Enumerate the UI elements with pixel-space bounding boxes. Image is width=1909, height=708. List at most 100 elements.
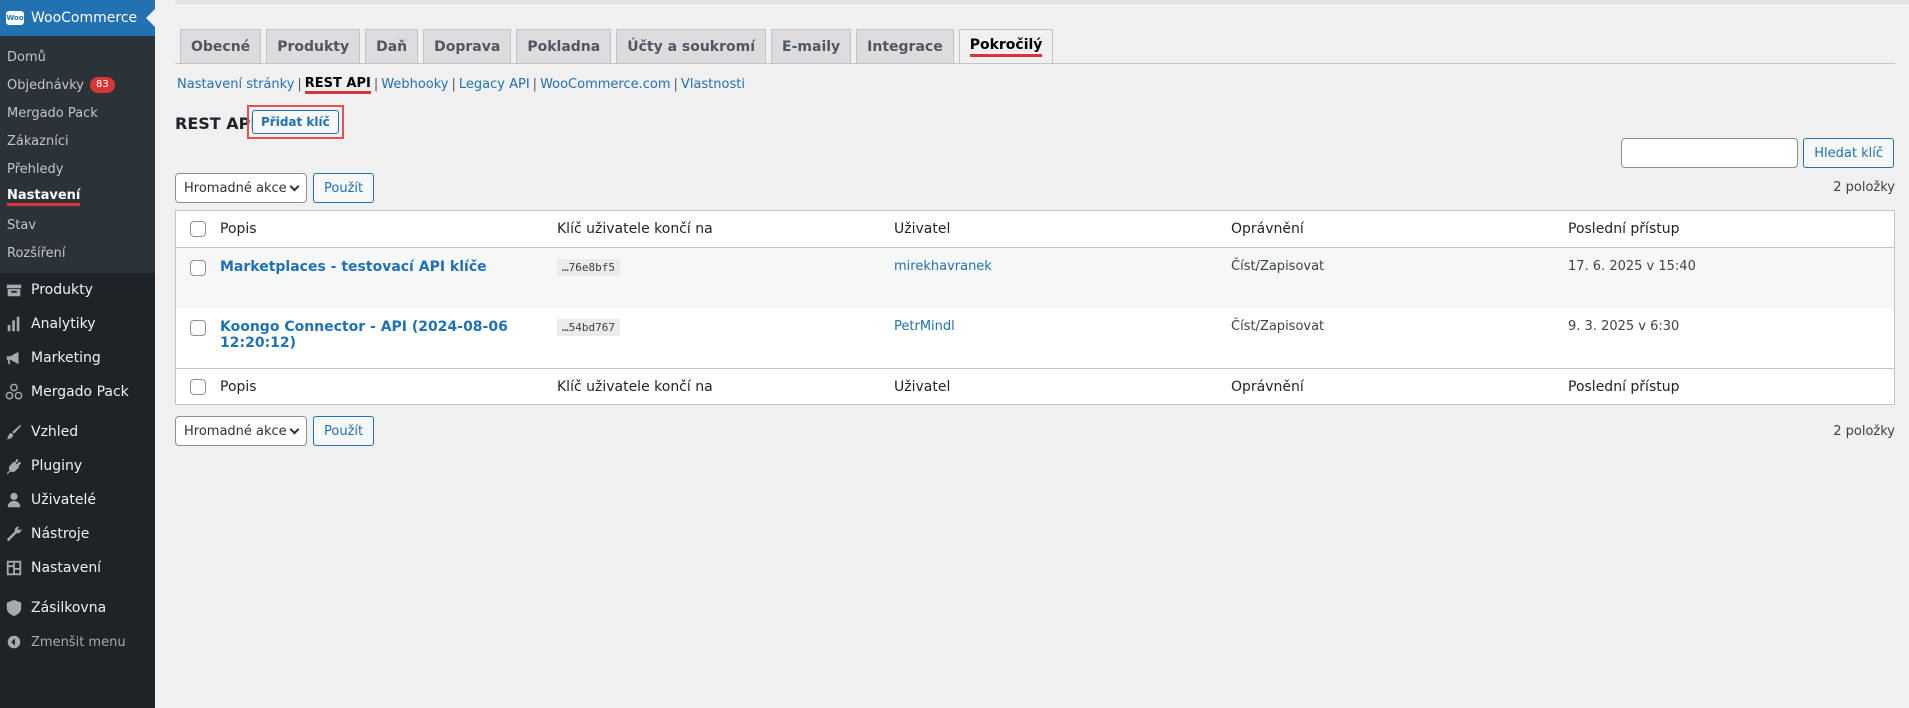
add-key-highlight: Přidat klíč	[247, 105, 344, 139]
menu-label: Uživatelé	[31, 492, 96, 508]
separator: |	[451, 77, 456, 92]
menu-label: Pluginy	[31, 458, 83, 474]
tab-dan[interactable]: Daň	[365, 29, 419, 63]
tab-integrace[interactable]: Integrace	[856, 29, 954, 63]
column-header-user: Uživatel	[894, 221, 951, 237]
collapse-menu-button[interactable]: Zmenšit menu	[0, 625, 155, 659]
column-footer-last-access: Poslední přístup	[1568, 378, 1680, 395]
submenu-item-stav[interactable]: Stav	[0, 211, 155, 239]
menu-item-uzivatele[interactable]: Uživatelé	[0, 483, 155, 517]
select-all-checkbox[interactable]	[190, 221, 206, 237]
user-link[interactable]: mirekhavranek	[894, 259, 992, 274]
menu-item-nastroje[interactable]: Nástroje	[0, 517, 155, 551]
settings-tabs: Obecné Produkty Daň Doprava Pokladna Účt…	[180, 29, 1054, 63]
subsection-nastaveni-stranky[interactable]: Nastavení stránky	[177, 77, 294, 94]
orders-count-badge: 83	[90, 77, 115, 93]
search-key-button[interactable]: Hledat klíč	[1803, 138, 1894, 168]
admin-sidebar: Woo WooCommerce Domů Objednávky 83 Mergad…	[0, 0, 155, 708]
submenu-label: Přehledy	[7, 161, 64, 177]
subsection-woocommerce-com[interactable]: WooCommerce.com	[540, 77, 670, 94]
last-access: 17. 6. 2025 v 15:40	[1568, 259, 1696, 274]
menu-label: Marketing	[31, 350, 101, 366]
woocommerce-logo-icon: Woo	[6, 11, 24, 25]
submenu-item-nastaveni[interactable]: Nastavení	[0, 183, 155, 211]
key-ending: …54bd767	[557, 319, 620, 336]
tab-e-maily[interactable]: E-maily	[771, 29, 852, 63]
menu-item-nastaveni[interactable]: Nastavení	[0, 551, 155, 585]
add-key-button[interactable]: Přidat klíč	[252, 110, 339, 134]
wrench-icon	[4, 524, 24, 544]
subsection-vlastnosti[interactable]: Vlastnosti	[681, 77, 745, 94]
tab-label: Doprava	[434, 38, 501, 55]
separator: |	[373, 77, 379, 92]
menu-label: Mergado Pack	[31, 384, 129, 400]
bulk-select-value: Hromadné akce	[184, 423, 287, 439]
chevron-down-icon	[289, 181, 300, 191]
user-icon	[4, 490, 24, 510]
submenu-item-mergado-pack[interactable]: Mergado Pack	[0, 99, 155, 127]
select-all-checkbox-bottom[interactable]	[190, 378, 206, 395]
key-description-link[interactable]: Marketplaces - testovací API klíče	[220, 259, 487, 275]
subsection-rest-api[interactable]: REST API	[304, 77, 371, 94]
tab-doprava[interactable]: Doprava	[423, 29, 512, 63]
key-ending: …76e8bf5	[557, 259, 620, 276]
search-box: Hledat klíč	[1621, 138, 1894, 168]
column-header-last-access: Poslední přístup	[1568, 221, 1680, 237]
current-menu-arrow	[146, 9, 155, 27]
submenu-label: Rozšíření	[7, 245, 66, 261]
plug-icon	[4, 456, 24, 476]
hexagon-cluster-icon	[4, 382, 24, 402]
menu-item-analytiky[interactable]: Analytiky	[0, 307, 155, 341]
tab-produkty[interactable]: Produkty	[266, 29, 361, 63]
submenu-item-zakaznici[interactable]: Zákazníci	[0, 127, 155, 155]
brush-icon	[4, 422, 24, 442]
sidebar-woocommerce-header[interactable]: Woo WooCommerce	[0, 0, 155, 36]
separator: |	[297, 77, 302, 92]
page-title: REST API	[175, 114, 257, 133]
user-link[interactable]: PetrMindl	[894, 319, 955, 334]
tabs-divider	[175, 63, 1895, 64]
search-input[interactable]	[1621, 138, 1799, 168]
subsection-legacy-api[interactable]: Legacy API	[459, 77, 530, 94]
menu-item-pluginy[interactable]: Pluginy	[0, 449, 155, 483]
tab-pokladna[interactable]: Pokladna	[516, 29, 612, 63]
separator: |	[532, 77, 538, 92]
menu-item-produkty[interactable]: Produkty	[0, 273, 155, 307]
tab-label: Pokladna	[527, 38, 601, 55]
row-checkbox[interactable]	[190, 260, 206, 276]
submenu-label: Stav	[7, 217, 37, 233]
apply-button-bottom[interactable]: Použít	[313, 416, 375, 446]
menu-label: Nastavení	[31, 560, 102, 576]
row-checkbox[interactable]	[190, 320, 206, 336]
tab-ucty-a-soukromi[interactable]: Účty a soukromí	[616, 29, 767, 63]
column-header-permissions: Oprávnění	[1231, 221, 1304, 237]
submenu-label: Objednávky	[7, 77, 85, 93]
shield-icon	[4, 598, 24, 618]
column-header-key: Klíč uživatele končí na	[557, 221, 713, 237]
menu-item-vzhled[interactable]: Vzhled	[0, 415, 155, 449]
bulk-action-select-bottom[interactable]: Hromadné akce	[175, 416, 307, 446]
menu-item-zasilkovna[interactable]: Zásilkovna	[0, 591, 155, 625]
submenu-item-prehledy[interactable]: Přehledy	[0, 155, 155, 183]
api-keys-table: Popis Klíč uživatele končí na Uživatel O…	[175, 210, 1895, 405]
menu-item-marketing[interactable]: Marketing	[0, 341, 155, 375]
tab-obecne[interactable]: Obecné	[180, 29, 262, 63]
key-description-link[interactable]: Koongo Connector - API (2024-08-06 12:20…	[220, 319, 508, 351]
tab-label: E-maily	[782, 38, 841, 55]
menu-label: Produkty	[31, 282, 93, 298]
submenu-item-rozsireni[interactable]: Rozšíření	[0, 239, 155, 267]
submenu-label: Zákazníci	[7, 133, 69, 149]
tab-label: Pokročilý	[969, 37, 1043, 57]
bulk-action-select[interactable]: Hromadné akce	[175, 173, 307, 203]
tab-label: Integrace	[867, 38, 943, 55]
menu-label: Nástroje	[31, 526, 90, 542]
submenu-item-objednavky[interactable]: Objednávky 83	[0, 71, 155, 99]
submenu-item-domu[interactable]: Domů	[0, 43, 155, 71]
menu-item-mergado-pack[interactable]: Mergado Pack	[0, 375, 155, 409]
subsection-webhooky[interactable]: Webhooky	[381, 77, 448, 94]
tab-label: Produkty	[277, 38, 350, 55]
tab-label: Daň	[376, 38, 408, 55]
tab-pokrocily[interactable]: Pokročilý	[958, 29, 1054, 63]
apply-button[interactable]: Použít	[313, 173, 375, 203]
permissions: Číst/Zapisovat	[1231, 259, 1325, 274]
